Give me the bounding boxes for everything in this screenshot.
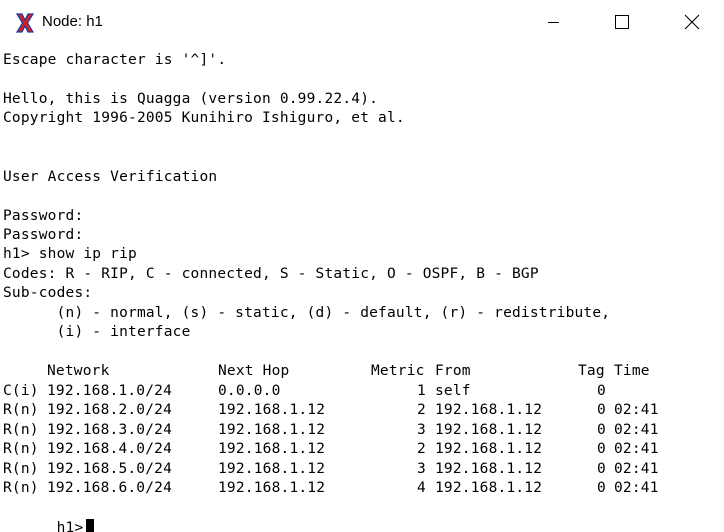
terminal-window: Node: h1 Escape character is '^]'. Hello… bbox=[0, 0, 724, 532]
terminal-line: Password: bbox=[3, 227, 84, 243]
close-icon bbox=[684, 14, 700, 30]
table-row: R(n) 192.168.2.0/24 192.168.1.12 2 192.1… bbox=[0, 400, 724, 420]
route-network: 192.168.3.0/24 bbox=[47, 422, 173, 438]
route-network: 192.168.1.0/24 bbox=[47, 383, 173, 399]
route-network: 192.168.2.0/24 bbox=[47, 402, 173, 418]
header-network: Network bbox=[47, 363, 110, 379]
route-metric: 4 bbox=[417, 480, 426, 496]
route-metric: 2 bbox=[417, 441, 426, 457]
header-metric: Metric bbox=[371, 363, 425, 379]
terminal-line: Codes: R - RIP, C - connected, S - Stati… bbox=[3, 266, 539, 282]
route-time: 02:41 bbox=[614, 422, 659, 438]
terminal-line: Hello, this is Quagga (version 0.99.22.4… bbox=[3, 91, 379, 107]
route-metric: 2 bbox=[417, 402, 426, 418]
maximize-button[interactable] bbox=[598, 0, 644, 44]
route-time: 02:41 bbox=[614, 480, 659, 496]
terminal-line: h1> show ip rip bbox=[3, 246, 137, 262]
route-time: 02:41 bbox=[614, 402, 659, 418]
route-code: R(n) bbox=[3, 402, 39, 418]
route-from: 192.168.1.12 bbox=[435, 402, 543, 418]
maximize-icon bbox=[615, 15, 629, 29]
title-bar[interactable]: Node: h1 bbox=[0, 0, 724, 44]
terminal-line: Password: bbox=[3, 208, 84, 224]
route-code: R(n) bbox=[3, 441, 39, 457]
route-code: R(n) bbox=[3, 480, 39, 496]
route-tag: 0 bbox=[597, 480, 606, 496]
terminal-line: User Access Verification bbox=[3, 169, 218, 185]
route-tag: 0 bbox=[597, 461, 606, 477]
route-metric: 3 bbox=[417, 461, 426, 477]
minimize-button[interactable] bbox=[531, 0, 577, 44]
route-from: self bbox=[435, 383, 471, 399]
route-tag: 0 bbox=[597, 441, 606, 457]
route-next-hop: 192.168.1.12 bbox=[218, 480, 326, 496]
terminal-line: Copyright 1996-2005 Kunihiro Ishiguro, e… bbox=[3, 110, 405, 126]
route-from: 192.168.1.12 bbox=[435, 461, 543, 477]
terminal-line: (n) - normal, (s) - static, (d) - defaul… bbox=[3, 305, 611, 321]
route-code: R(n) bbox=[3, 422, 39, 438]
route-next-hop: 192.168.1.12 bbox=[218, 441, 326, 457]
close-button[interactable] bbox=[668, 0, 714, 44]
table-row: C(i) 192.168.1.0/24 0.0.0.0 1 self 0 bbox=[0, 381, 724, 401]
route-next-hop: 192.168.1.12 bbox=[218, 461, 326, 477]
terminal-line: Escape character is '^]'. bbox=[3, 52, 227, 68]
x-red-icon bbox=[14, 12, 36, 34]
header-tag: Tag bbox=[578, 363, 605, 379]
route-time: 02:41 bbox=[614, 461, 659, 477]
terminal-line: (i) - interface bbox=[3, 324, 191, 340]
table-row: R(n) 192.168.3.0/24 192.168.1.12 3 192.1… bbox=[0, 420, 724, 440]
route-tag: 0 bbox=[597, 402, 606, 418]
route-time: 02:41 bbox=[614, 441, 659, 457]
header-time: Time bbox=[614, 363, 650, 379]
table-row: R(n) 192.168.5.0/24 192.168.1.12 3 192.1… bbox=[0, 459, 724, 479]
table-row: R(n) 192.168.6.0/24 192.168.1.12 4 192.1… bbox=[0, 478, 724, 498]
route-metric: 3 bbox=[417, 422, 426, 438]
prompt-text: h1> bbox=[56, 520, 84, 532]
header-next-hop: Next Hop bbox=[218, 363, 290, 379]
route-code: C(i) bbox=[3, 383, 39, 399]
route-next-hop: 0.0.0.0 bbox=[218, 383, 281, 399]
route-network: 192.168.5.0/24 bbox=[47, 461, 173, 477]
window-title: Node: h1 bbox=[42, 13, 103, 30]
route-tag: 0 bbox=[597, 383, 606, 399]
table-row: R(n) 192.168.4.0/24 192.168.1.12 2 192.1… bbox=[0, 439, 724, 459]
route-network: 192.168.6.0/24 bbox=[47, 480, 173, 496]
command-prompt[interactable]: h1> bbox=[3, 498, 95, 532]
route-code: R(n) bbox=[3, 461, 39, 477]
terminal-output[interactable]: Escape character is '^]'. Hello, this is… bbox=[0, 44, 724, 532]
route-next-hop: 192.168.1.12 bbox=[218, 422, 326, 438]
route-metric: 1 bbox=[417, 383, 426, 399]
minimize-icon bbox=[548, 22, 559, 23]
header-from: From bbox=[435, 363, 471, 379]
route-next-hop: 192.168.1.12 bbox=[218, 402, 326, 418]
route-from: 192.168.1.12 bbox=[435, 480, 543, 496]
rip-table-header: Network Next Hop Metric From Tag Time bbox=[0, 361, 724, 381]
terminal-line: Sub-codes: bbox=[3, 285, 93, 301]
text-cursor bbox=[86, 519, 95, 532]
route-from: 192.168.1.12 bbox=[435, 441, 543, 457]
route-network: 192.168.4.0/24 bbox=[47, 441, 173, 457]
route-tag: 0 bbox=[597, 422, 606, 438]
route-from: 192.168.1.12 bbox=[435, 422, 543, 438]
